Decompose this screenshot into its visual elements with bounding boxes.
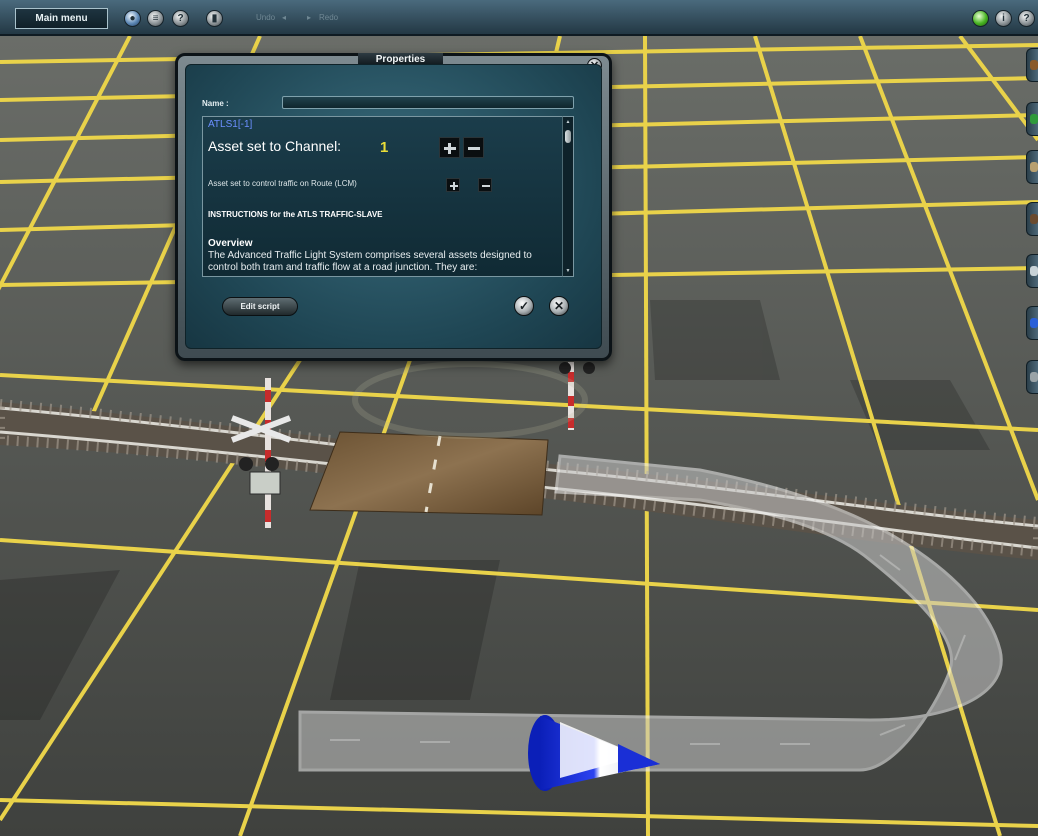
route-increase-button[interactable]	[446, 178, 460, 192]
channel-value: 1	[380, 139, 389, 156]
trackmark-tool-icon[interactable]	[1026, 306, 1038, 340]
name-input[interactable]	[282, 96, 574, 109]
paint-tool-icon[interactable]	[1026, 102, 1038, 136]
channel-increase-button[interactable]	[439, 137, 460, 158]
asset-id-link[interactable]: ATLS1[-1]	[208, 119, 252, 130]
help-right-icon[interactable]: ?	[1018, 10, 1035, 27]
redo-button[interactable]: Redo	[319, 13, 338, 22]
route-decrease-button[interactable]	[478, 178, 492, 192]
route-label: Asset set to control traffic on Route (L…	[208, 179, 357, 188]
script-properties-panel[interactable]: ATLS1[-1] Asset set to Channel: 1 Asset …	[202, 116, 562, 277]
object-tool-icon[interactable]	[1026, 150, 1038, 184]
main-menu-button[interactable]: Main menu	[15, 8, 108, 29]
properties-dialog: Properties ✕ Name : ATLS1[-1] Asset set …	[175, 53, 612, 361]
ok-check-icon[interactable]: ✓	[514, 296, 534, 316]
map-icon[interactable]: ●	[124, 10, 141, 27]
scroll-up-icon[interactable]: ▲	[565, 119, 571, 125]
status-green-icon[interactable]	[972, 10, 989, 27]
cancel-x-icon[interactable]: ✕	[549, 296, 569, 316]
instructions-heading: INSTRUCTIONS for the ATLS TRAFFIC-SLAVE	[208, 210, 383, 219]
edit-script-button[interactable]: Edit script	[222, 297, 298, 316]
layers-icon[interactable]: ≡	[147, 10, 164, 27]
name-label: Name :	[202, 99, 229, 108]
channel-decrease-button[interactable]	[463, 137, 484, 158]
undo-button[interactable]: Undo	[256, 13, 275, 22]
help-icon[interactable]: ?	[172, 10, 189, 27]
scroll-thumb[interactable]	[565, 130, 571, 143]
overview-text: The Advanced Traffic Light System compri…	[208, 250, 532, 273]
train-tool-icon[interactable]	[1026, 254, 1038, 288]
scroll-down-icon[interactable]: ▼	[565, 268, 571, 274]
terrain-tool-icon[interactable]	[1026, 48, 1038, 82]
trash-icon[interactable]: ▮	[206, 10, 223, 27]
level-crossing[interactable]	[309, 431, 549, 516]
track-tool-icon[interactable]	[1026, 202, 1038, 236]
overview-title: Overview	[208, 238, 253, 249]
info-icon[interactable]: i	[995, 10, 1012, 27]
interlock-tool-icon[interactable]	[1026, 360, 1038, 394]
channel-label: Asset set to Channel:	[208, 138, 342, 154]
top-toolbar: Main menu ● ≡ ? ▮ Undo ◂ ▸ Redo i ?	[0, 0, 1038, 36]
redo-arrow-icon: ▸	[307, 13, 312, 22]
panel-scrollbar[interactable]: ▲ ▼	[562, 116, 574, 277]
undo-arrow-icon: ◂	[282, 13, 287, 22]
